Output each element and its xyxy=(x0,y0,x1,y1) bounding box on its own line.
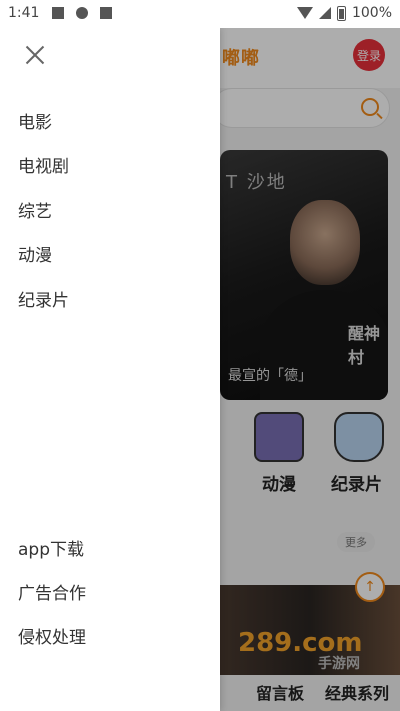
close-icon[interactable] xyxy=(22,42,48,68)
menu-item-anime[interactable]: 动漫 xyxy=(18,241,52,266)
status-time: 1:41 xyxy=(8,5,40,21)
navigation-drawer: 电影 电视剧 综艺 动漫 纪录片 app下载 广告合作 侵权处理 xyxy=(0,28,220,711)
battery-percent: 100% xyxy=(351,5,392,21)
signal-icon xyxy=(318,7,331,19)
menu-item-documentary[interactable]: 纪录片 xyxy=(18,286,69,311)
image-notification-icon xyxy=(52,7,64,19)
menu-item-copyright[interactable]: 侵权处理 xyxy=(18,623,86,648)
status-bar: 1:41 100% xyxy=(0,0,400,28)
weibo-notification-icon xyxy=(76,7,88,19)
app-notification-icon xyxy=(100,7,112,19)
menu-item-ad-cooperation[interactable]: 广告合作 xyxy=(18,579,86,604)
menu-item-movies[interactable]: 电影 xyxy=(18,108,52,133)
menu-item-tv-series[interactable]: 电视剧 xyxy=(18,152,69,177)
status-indicators: 100% xyxy=(296,5,392,21)
battery-icon xyxy=(336,5,346,21)
wifi-icon xyxy=(296,7,313,19)
menu-item-app-download[interactable]: app下载 xyxy=(18,535,84,560)
menu-item-variety[interactable]: 综艺 xyxy=(18,197,52,222)
